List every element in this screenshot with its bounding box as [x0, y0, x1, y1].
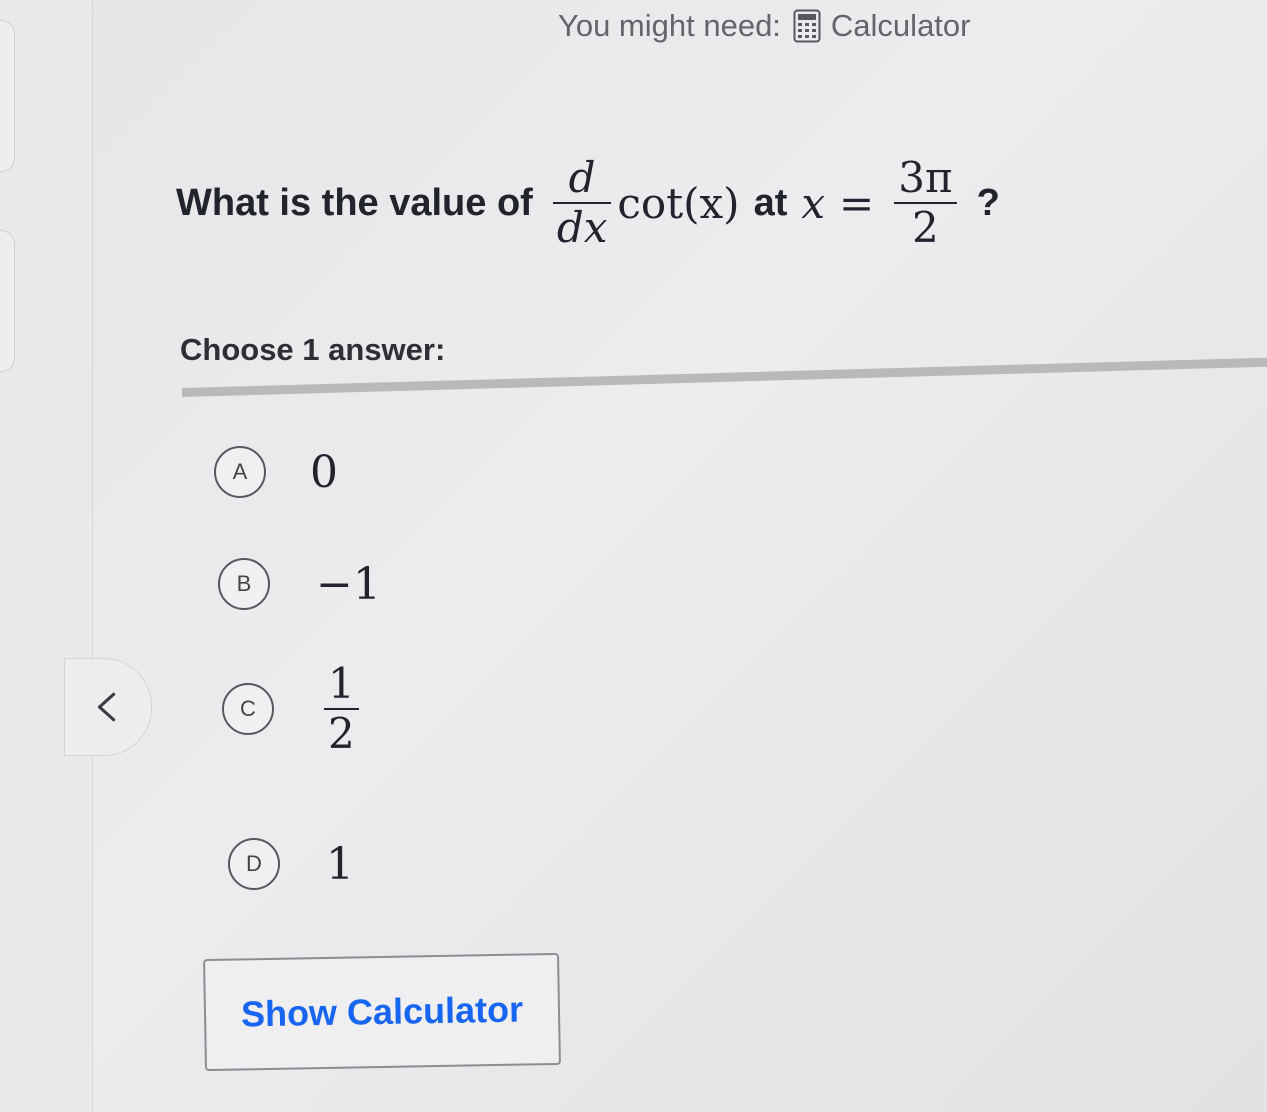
- choice-value: 0: [310, 446, 338, 498]
- panel-tab: [0, 20, 15, 172]
- point-denominator: 2: [912, 203, 939, 252]
- choice-letter-badge: D: [228, 838, 280, 890]
- tool-hint: You might need: Calculator: [558, 8, 970, 44]
- choice-c[interactable]: C 1 2: [222, 659, 365, 759]
- derivative-numerator: d: [568, 152, 596, 202]
- previous-button[interactable]: [64, 658, 152, 756]
- calculator-tool-label: Calculator: [830, 8, 971, 43]
- show-calculator-button[interactable]: Show Calculator: [203, 952, 561, 1072]
- at-word: at: [753, 181, 788, 224]
- question-mark: ?: [976, 181, 1000, 224]
- evaluation-point: 3π 2: [894, 152, 957, 253]
- equals-sign: =: [839, 178, 875, 228]
- left-panel: [0, 0, 93, 1112]
- variable: x: [801, 178, 826, 228]
- question-prefix: What is the value of: [176, 181, 533, 224]
- calculator-icon: [793, 9, 821, 43]
- choice-b[interactable]: B −1: [218, 558, 381, 610]
- choice-value: 1: [326, 838, 354, 890]
- choice-letter-badge: C: [222, 683, 274, 736]
- choice-value: −1: [316, 558, 381, 610]
- panel-tab: [0, 230, 15, 372]
- choice-a[interactable]: A 0: [214, 446, 338, 498]
- function-expression: cot(x): [617, 178, 740, 228]
- choice-d[interactable]: D 1: [228, 838, 354, 890]
- choice-letter-badge: A: [214, 446, 266, 498]
- question-text: What is the value of d dx cot(x) at x = …: [176, 138, 1000, 268]
- fraction-denominator: 2: [328, 709, 355, 759]
- derivative-operator: d dx: [552, 152, 612, 253]
- point-numerator: 3π: [898, 152, 953, 202]
- choice-letter-badge: B: [218, 558, 270, 610]
- might-need-label: You might need:: [558, 8, 781, 43]
- choice-fraction: 1 2: [324, 659, 359, 759]
- derivative-denominator: dx: [556, 203, 608, 252]
- choose-label: Choose 1 answer:: [180, 332, 446, 367]
- chevron-left-icon: [97, 692, 116, 722]
- fraction-numerator: 1: [328, 659, 355, 708]
